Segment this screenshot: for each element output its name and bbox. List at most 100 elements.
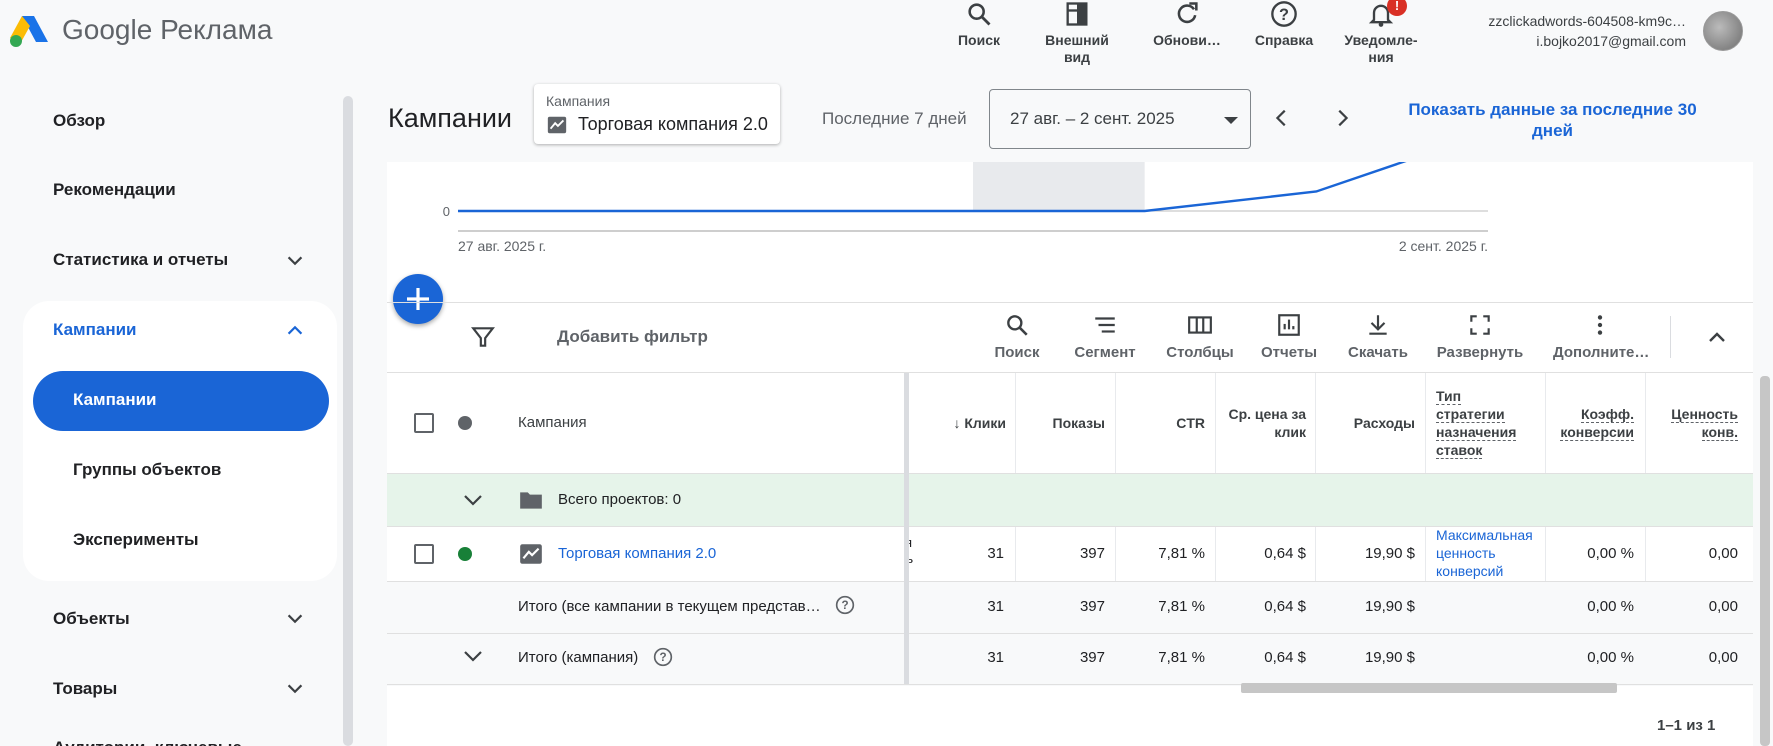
account-info[interactable]: zzclickadwords-604508-km9c… i.bojko2017@… [1488, 11, 1686, 51]
column-header-bid-strategy[interactable]: Тип стратегии назначения ставок [1436, 387, 1530, 459]
expand-icon [1470, 315, 1490, 335]
column-header-ctr[interactable]: CTR [1120, 414, 1205, 432]
sidebar-item-experiments[interactable]: Эксперименты [73, 530, 199, 550]
notifications-label: Уведомле-ния [1344, 32, 1418, 65]
tool-more[interactable]: Дополните… [1553, 312, 1649, 361]
select-all-checkbox[interactable] [414, 413, 434, 433]
columns-icon [1188, 316, 1212, 334]
reports-icon [1278, 314, 1300, 336]
status-header-dot [458, 416, 472, 430]
vertical-scrollbar[interactable] [1760, 376, 1770, 746]
total-campaign-conv-rate: 0,00 % [1587, 649, 1634, 666]
sidebar-item-campaigns-section[interactable]: Кампании [53, 320, 137, 340]
pagination-text: 1–1 из 1 [1657, 717, 1716, 734]
horizontal-scrollbar[interactable] [1241, 683, 1617, 693]
plus-icon [407, 288, 429, 310]
refresh-button[interactable]: Обнови… [1146, 0, 1228, 49]
date-range-picker[interactable]: 27 авг. – 2 сент. 2025 [989, 89, 1251, 149]
help-button[interactable]: ? Справка [1247, 0, 1321, 49]
help-icon[interactable]: ? [835, 595, 855, 615]
cell-clicks: 31 [987, 545, 1004, 562]
table-top-border [387, 372, 1753, 373]
chevron-down-icon[interactable] [284, 678, 306, 700]
cell-avg-cpc: 0,64 $ [1264, 545, 1306, 562]
appearance-icon [1066, 2, 1088, 26]
cell-conv-value: 0,00 [1708, 545, 1738, 562]
column-header-impressions[interactable]: Показы [1020, 414, 1106, 432]
tool-download-label: Скачать [1348, 344, 1408, 361]
sidebar-item-statistics[interactable]: Статистика и отчеты [53, 250, 228, 270]
segment-icon [1095, 317, 1115, 333]
sidebar-item-assets[interactable]: Объекты [53, 609, 130, 629]
shopping-campaign-icon [547, 116, 567, 134]
group-row-label: Всего проектов: 0 [558, 491, 682, 508]
tool-download[interactable]: Скачать [1345, 312, 1411, 361]
total-all-conv-value: 0,00 [1708, 598, 1738, 615]
total-campaign-cost: 19,90 $ [1364, 649, 1415, 666]
tool-reports[interactable]: Отчеты [1258, 312, 1320, 361]
sidebar-item-campaigns[interactable]: Кампании [33, 371, 329, 431]
appearance-button[interactable]: Внешний вид [1036, 0, 1118, 66]
cell-bid-strategy-link[interactable]: Максимальная ценность конверсий [1436, 526, 1544, 580]
column-header-conv-value[interactable]: Ценность конв. [1656, 405, 1738, 441]
tool-search[interactable]: Поиск [984, 312, 1050, 361]
toolbar-separator [1670, 316, 1671, 358]
date-range-value: 27 авг. – 2 сент. 2025 [1010, 109, 1175, 128]
column-header-conv-rate[interactable]: Коэфф. конверсии [1556, 405, 1634, 441]
chevron-down-icon[interactable] [461, 488, 485, 512]
row-border [387, 526, 1753, 527]
show-last-30-days-link[interactable]: Показать данные за последние 30 дней [1395, 99, 1710, 141]
campaign-name-link[interactable]: Торговая компания 2.0 [558, 545, 716, 562]
help-icon: ? [1271, 1, 1297, 27]
notifications-button[interactable]: Уведомле-ния [1337, 0, 1425, 66]
chart-divider [387, 302, 1753, 303]
add-filter-button[interactable]: Добавить фильтр [557, 327, 708, 347]
top-bar: Google Реклама Поиск Внешний вид Обнови… … [0, 0, 1773, 78]
folder-icon [520, 492, 542, 509]
column-header-campaign[interactable]: Кампания [518, 414, 587, 432]
tool-segment[interactable]: Сегмент [1069, 312, 1141, 361]
tool-segment-label: Сегмент [1074, 344, 1136, 361]
tool-expand[interactable]: Развернуть [1436, 312, 1524, 361]
chevron-down-icon[interactable] [284, 250, 306, 272]
tool-columns[interactable]: Столбцы [1164, 312, 1236, 361]
sidebar-item-asset-groups[interactable]: Группы объектов [73, 460, 221, 480]
sidebar-scrollbar[interactable] [343, 96, 353, 746]
column-header-cost[interactable]: Расходы [1320, 414, 1415, 432]
campaign-selector-value: Торговая компания 2.0 [578, 114, 768, 134]
chevron-down-icon[interactable] [284, 608, 306, 630]
header-search-button[interactable]: Поиск [946, 0, 1012, 49]
avatar[interactable] [1703, 11, 1743, 51]
column-header-clicks[interactable]: ↓ Клики [938, 414, 1006, 432]
row-checkbox[interactable] [414, 544, 434, 564]
frozen-column-divider[interactable] [904, 373, 909, 684]
sidebar-item-audiences[interactable]: Аудитории, ключевые [53, 738, 242, 746]
sidebar-item-overview[interactable]: Обзор [53, 111, 105, 131]
account-email: i.bojko2017@gmail.com [1536, 33, 1686, 49]
shopping-campaign-icon [520, 544, 542, 564]
tool-expand-label: Развернуть [1436, 344, 1524, 361]
filter-icon[interactable] [470, 324, 496, 350]
column-header-avg-cpc[interactable]: Ср. цена за клик [1228, 405, 1306, 441]
svg-text:?: ? [1279, 6, 1289, 24]
chevron-up-icon[interactable] [1705, 325, 1729, 349]
sort-arrow-down-icon: ↓ [953, 415, 965, 431]
total-campaign-impressions: 397 [1079, 649, 1105, 666]
brand-product: Реклама [160, 14, 273, 45]
chevron-left-icon[interactable] [1271, 107, 1293, 129]
chevron-right-icon[interactable] [1331, 107, 1353, 129]
sidebar-item-products[interactable]: Товары [53, 679, 117, 699]
total-campaign-conv-value: 0,00 [1708, 649, 1738, 666]
campaign-selector[interactable]: Кампания Торговая компания 2.0 [534, 84, 780, 144]
add-button[interactable] [393, 274, 443, 324]
total-all-cost: 19,90 $ [1364, 598, 1415, 615]
chevron-down-icon[interactable] [461, 644, 485, 668]
brand-name[interactable]: Google Реклама [62, 14, 272, 46]
chevron-up-icon[interactable] [284, 319, 306, 341]
svg-text:?: ? [841, 599, 848, 612]
chart-highlight-band [973, 162, 1145, 211]
enabled-status-dot [458, 547, 472, 561]
cell-ctr: 7,81 % [1158, 545, 1205, 562]
help-icon[interactable]: ? [653, 647, 673, 667]
sidebar-item-recommendations[interactable]: Рекомендации [53, 180, 176, 200]
